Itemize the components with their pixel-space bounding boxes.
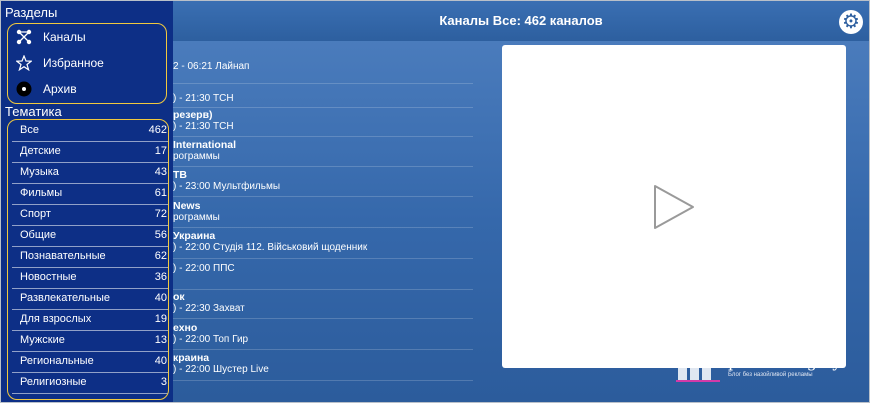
sidebar: Разделы Каналы Избранное Архив Тематика … (1, 1, 173, 402)
sidebar-item-category[interactable]: Общие 56 (12, 225, 168, 247)
list-item[interactable]: ТВ ) - 23:00 Мультфильмы (173, 169, 473, 193)
sidebar-item-category[interactable]: Фильмы 61 (12, 183, 168, 205)
channel-list[interactable]: 2 - 06:21 Лайнап ) - 21:30 ТСН резерв) )… (173, 41, 473, 402)
sections-heading: Разделы (5, 5, 58, 20)
disc-icon (16, 81, 32, 97)
sidebar-item-category[interactable]: Все 462 (12, 120, 168, 142)
list-item[interactable]: 2 - 06:21 Лайнап (173, 61, 473, 73)
logo-icon (676, 354, 720, 382)
sidebar-item-category[interactable]: Детские 17 (12, 141, 168, 163)
sidebar-item-category[interactable]: Спорт 72 (12, 204, 168, 226)
network-icon (16, 29, 32, 45)
list-item[interactable]: краина ) - 22:00 Шустер Live (173, 352, 473, 376)
sidebar-item-category[interactable]: Мужские 13 (12, 330, 168, 352)
watermark: pronetblog.by Блог без назойливой реклам… (676, 350, 846, 384)
sidebar-item-category[interactable]: Музыка 43 (12, 162, 168, 184)
category-list: Все 462 Детские 17 Музыка 43 Фильмы 61 Спорт… (7, 119, 169, 400)
list-item[interactable]: ок ) - 22:30 Захват (173, 291, 473, 315)
sidebar-item-label: Архив (43, 82, 77, 96)
star-icon (16, 55, 32, 71)
sidebar-item-label: Каналы (43, 30, 86, 44)
sidebar-item-label: Избранное (43, 56, 104, 70)
video-player[interactable] (502, 45, 846, 368)
list-item[interactable]: ) - 21:30 ТСН (173, 93, 473, 105)
sidebar-item-category[interactable]: Новостные 36 (12, 267, 168, 289)
list-item[interactable]: Украина ) - 22:00 Студія 112. Військовий… (173, 230, 473, 254)
sidebar-item-category[interactable]: Познавательные 62 (12, 246, 168, 268)
topics-heading: Тематика (5, 104, 62, 119)
sidebar-item-category[interactable]: Для взрослых 19 (12, 309, 168, 331)
sidebar-item-category[interactable]: Религиозные 3 (12, 372, 168, 394)
gear-icon[interactable]: ⚙ (839, 10, 863, 34)
list-item[interactable]: ) - 22:00 ППС (173, 263, 473, 275)
sections-nav: Каналы Избранное Архив (7, 23, 167, 104)
sidebar-item-category[interactable]: Региональные 40 (12, 351, 168, 373)
page-title: Каналы Все: 462 каналов (439, 13, 603, 28)
list-item[interactable]: резерв) ) - 21:30 ТСН (173, 109, 473, 133)
play-icon[interactable] (649, 182, 697, 232)
app-window: Каналы Все: 462 каналов ⚙ 2 - 06:21 Лайн… (0, 0, 870, 403)
list-item[interactable]: International рограммы (173, 139, 473, 163)
watermark-text: pronetblog.by (728, 352, 842, 371)
sidebar-item-category[interactable]: Развлекательные 40 (12, 288, 168, 310)
list-item[interactable]: ехно ) - 22:00 Топ Гир (173, 322, 473, 346)
list-item[interactable]: News рограммы (173, 200, 473, 224)
watermark-subtitle: Блог без назойливой рекламы (728, 372, 813, 378)
